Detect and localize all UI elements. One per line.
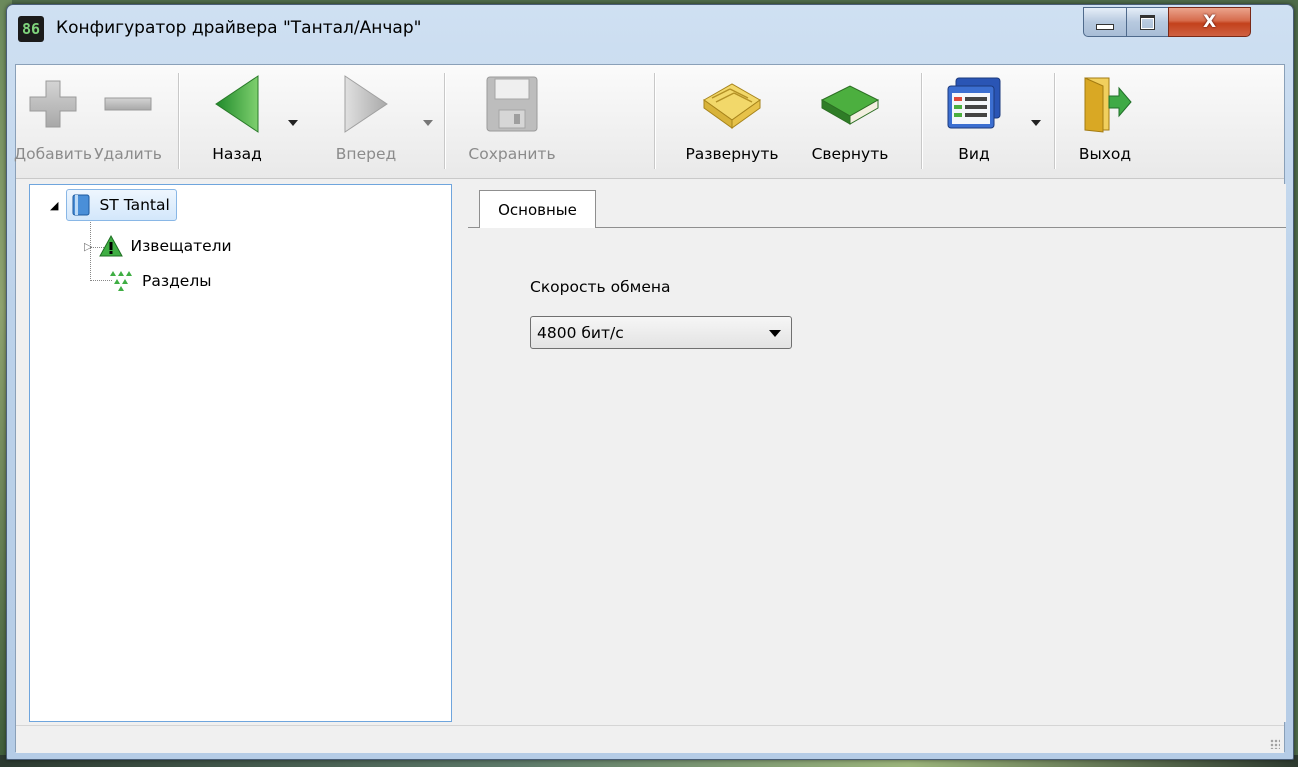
back-dropdown-icon[interactable]: [288, 120, 298, 126]
tree-root-row[interactable]: ◢ ST Tantal: [50, 189, 177, 221]
exchange-speed-value: 4800 бит/с: [537, 323, 624, 342]
minus-icon: [96, 69, 160, 139]
tree-root-label: ST Tantal: [99, 196, 170, 214]
chevron-down-icon: [769, 330, 781, 337]
toolbar: Добавить Удалить Назад Вперед Сохранить …: [14, 65, 1284, 179]
minimize-icon: [1096, 24, 1114, 30]
maximize-icon: [1140, 14, 1155, 30]
app-window: 86 Конфигуратор драйвера "Тантал/Анчар" …: [6, 4, 1294, 760]
closed-book-icon: [818, 69, 882, 139]
window-title: Конфигуратор драйвера "Тантал/Анчар": [56, 18, 422, 38]
forward-label: Вперед: [335, 145, 397, 163]
floppy-disk-icon: [480, 69, 544, 139]
resize-grip-icon[interactable]: [1270, 739, 1280, 749]
plus-icon: [21, 69, 85, 139]
delete-button[interactable]: Удалить: [88, 69, 168, 173]
minimize-button[interactable]: [1083, 7, 1127, 37]
toolbar-separator: [654, 73, 655, 169]
exchange-speed-select[interactable]: 4800 бит/с: [530, 316, 792, 349]
app-icon[interactable]: 86: [18, 16, 44, 42]
exit-door-icon: [1073, 69, 1137, 139]
settings-panel: Основные Скорость обмена 4800 бит/с: [468, 184, 1286, 722]
add-label: Добавить: [13, 145, 93, 163]
save-button[interactable]: Сохранить: [452, 69, 572, 173]
forward-arrow-icon: [334, 69, 398, 139]
exit-label: Выход: [1078, 145, 1132, 163]
tree-root-node[interactable]: ST Tantal: [66, 189, 177, 221]
title-bar[interactable]: 86 Конфигуратор драйвера "Тантал/Анчар" …: [7, 5, 1293, 55]
open-book-icon: [700, 69, 764, 139]
tree-connector: [90, 280, 112, 281]
view-window-icon: [942, 69, 1006, 139]
back-button[interactable]: Назад: [192, 69, 282, 173]
back-arrow-icon: [205, 69, 269, 139]
toolbar-separator: [921, 73, 922, 169]
device-book-icon: [72, 194, 90, 216]
expand-label: Развернуть: [685, 145, 779, 163]
status-bar: [16, 725, 1284, 753]
close-icon: X: [1202, 12, 1217, 32]
toolbar-separator: [1054, 73, 1055, 169]
exit-button[interactable]: Выход: [1064, 69, 1146, 173]
warning-icon: [99, 234, 124, 257]
expand-triangle-icon[interactable]: ▷: [84, 240, 92, 253]
maximize-button[interactable]: [1126, 7, 1169, 37]
save-label: Сохранить: [468, 145, 556, 163]
tree-item-label: Разделы: [142, 272, 212, 290]
add-button[interactable]: Добавить: [14, 69, 92, 173]
collapse-label: Свернуть: [811, 145, 889, 163]
view-button[interactable]: Вид: [940, 69, 1008, 173]
tree-item-label: Извещатели: [130, 237, 232, 255]
tab-main[interactable]: Основные: [479, 190, 596, 228]
toolbar-separator: [178, 73, 179, 169]
tree-item-sections[interactable]: Разделы: [110, 267, 212, 295]
collapse-button[interactable]: Свернуть: [800, 69, 900, 173]
device-tree[interactable]: ◢ ST Tantal ▷ Извещатели Разделы: [29, 184, 452, 722]
view-label: Вид: [958, 145, 990, 163]
sections-icon: [110, 271, 132, 291]
view-dropdown-icon[interactable]: [1031, 120, 1041, 126]
exchange-speed-label: Скорость обмена: [530, 278, 671, 296]
tree-item-detectors[interactable]: ▷ Извещатели: [84, 232, 232, 260]
delete-label: Удалить: [94, 145, 162, 163]
forward-dropdown-icon[interactable]: [423, 120, 433, 126]
back-label: Назад: [212, 145, 262, 163]
collapse-triangle-icon[interactable]: ◢: [50, 199, 58, 212]
client-area: Добавить Удалить Назад Вперед Сохранить …: [14, 64, 1286, 753]
expand-button[interactable]: Развернуть: [674, 69, 790, 173]
forward-button[interactable]: Вперед: [321, 69, 411, 173]
close-button[interactable]: X: [1168, 7, 1251, 37]
toolbar-separator: [444, 73, 445, 169]
